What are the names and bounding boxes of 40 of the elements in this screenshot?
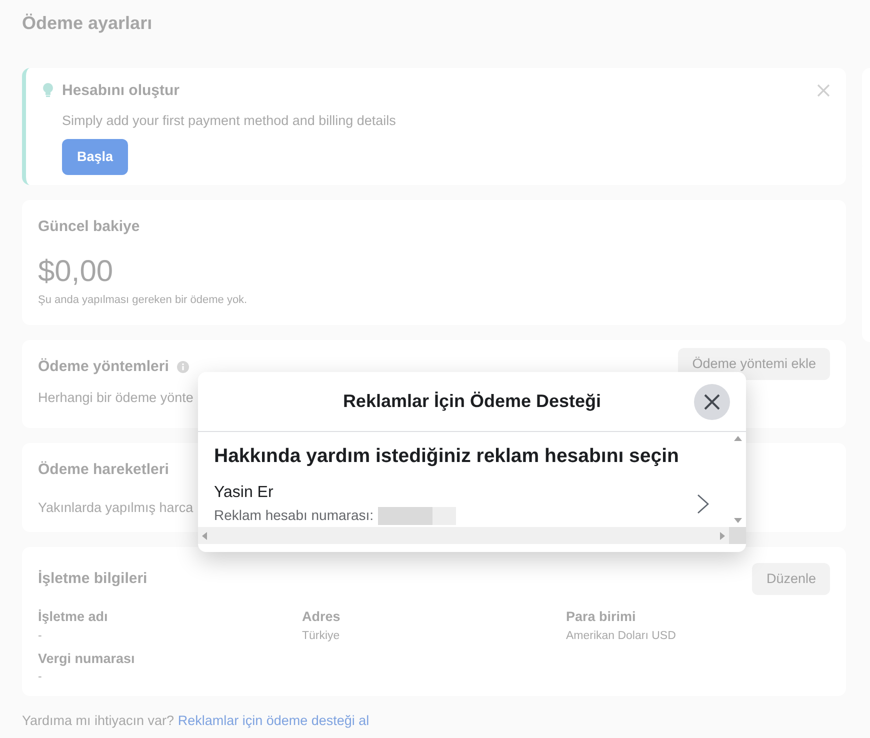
account-name: Yasin Er — [214, 483, 274, 504]
chevron-right-icon — [697, 494, 709, 514]
scroll-up-icon[interactable] — [734, 436, 742, 441]
account-item[interactable]: Yasin Er Reklam hesabı numarası: — [214, 481, 713, 526]
close-icon[interactable] — [817, 84, 830, 97]
lightbulb-icon — [42, 82, 54, 98]
scrollbar-corner — [729, 527, 746, 544]
scroll-down-icon[interactable] — [734, 518, 742, 523]
scroll-right-icon[interactable] — [720, 532, 725, 540]
dialog-title: Reklamlar İçin Ödeme Desteği — [342, 390, 602, 413]
field-value: - — [38, 670, 43, 685]
field-label: Para birimi — [566, 608, 637, 626]
section-title: Ödeme hareketleri — [38, 460, 170, 480]
scroll-left-icon[interactable] — [202, 532, 207, 540]
edit-button[interactable]: Düzenle — [752, 563, 830, 596]
field-value: - — [38, 628, 43, 644]
dialog-heading: Hakkında yardım istediğiniz reklam hesabını seçin — [214, 444, 680, 469]
field-value: Amerikan Doları USD — [566, 628, 677, 644]
start-button[interactable]: Başla — [62, 138, 128, 175]
close-button[interactable] — [694, 384, 730, 420]
page-title: Ödeme ayarları — [22, 12, 154, 34]
section-text: Yakınlarda yapılmış harca — [38, 498, 194, 517]
section-title: Ödeme yöntemleri — [38, 357, 169, 377]
balance-note: Şu anda yapılması gereken bir ödeme yok. — [38, 292, 248, 308]
balance-amount: $0,00 — [38, 254, 114, 288]
horizontal-scrollbar[interactable] — [198, 527, 729, 544]
support-link[interactable]: Reklamlar için ödeme desteği al — [178, 713, 370, 728]
account-number-label: Reklam hesabı numarası: — [214, 506, 374, 526]
field-value: Türkiye — [302, 628, 341, 644]
balance-title: Güncel bakiye — [38, 217, 141, 237]
banner-title: Hesabını oluştur — [62, 81, 181, 101]
info-icon[interactable] — [176, 361, 189, 374]
help-text: Yardıma mı ihtiyacın var? — [22, 713, 174, 728]
banner-text: Simply add your first payment method and billing details — [62, 112, 396, 130]
section-text: Herhangi bir ödeme yönte — [38, 389, 194, 408]
field-label: İşletme adı — [38, 608, 109, 626]
close-icon — [704, 394, 720, 410]
field-label: Adres — [302, 608, 342, 626]
field-label: Vergi numarası — [38, 650, 136, 668]
section-title: İşletme bilgileri — [38, 568, 148, 589]
